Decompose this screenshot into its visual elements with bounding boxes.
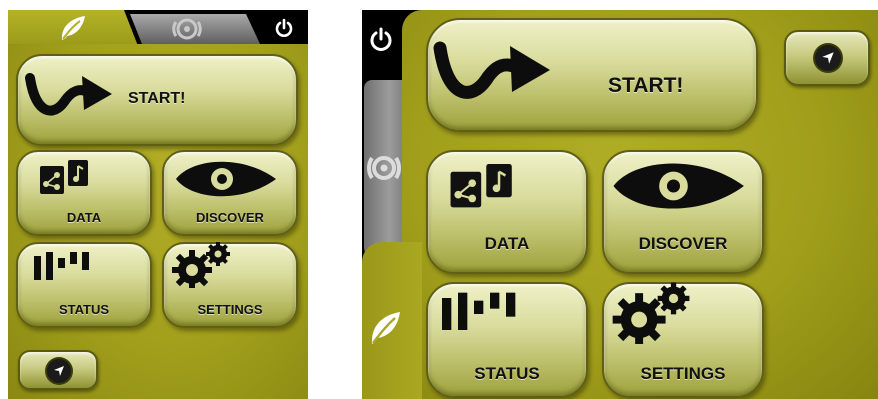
eye-icon [613,163,744,209]
data-label: DATA [484,234,530,253]
navigation-arrow-icon [822,52,834,64]
wheel-icon [367,156,401,180]
gears-icon [612,282,690,344]
tab-wheel[interactable] [364,80,406,256]
start-label: START! [608,74,684,97]
power-icon[interactable] [368,26,394,52]
tab-leaf[interactable] [8,10,138,46]
route-arrow-icon [433,41,550,99]
navigate-button[interactable] [784,30,870,86]
start-label: START! [128,90,186,107]
leaf-icon [371,312,400,344]
discover-label: DISCOVER [196,210,264,225]
discover-button[interactable]: DISCOVER [162,150,298,236]
data-button[interactable]: DATA [16,150,152,236]
status-button[interactable]: STATUS [16,242,152,328]
route-arrow-icon [25,73,112,116]
status-button[interactable]: STATUS [426,282,588,398]
settings-label: SETTINGS [640,364,726,383]
eye-icon [176,161,276,197]
settings-label: SETTINGS [197,302,263,317]
navigate-button[interactable] [18,350,98,390]
portrait-screen: START! DATA DISCOVER STATUS SETTINGS [8,10,308,399]
start-button[interactable]: START! [426,18,758,132]
status-label: STATUS [474,364,540,383]
tab-wheel[interactable] [130,14,260,44]
wheel-icon [172,18,202,40]
status-bars-icon [442,292,516,330]
gears-icon [172,242,230,288]
data-button[interactable]: DATA [426,150,588,274]
settings-button[interactable]: SETTINGS [162,242,298,328]
data-files-icon [40,160,88,194]
data-label: DATA [66,210,102,225]
landscape-screen: START! DATA DISCOVER STATUS SETTINGS [362,10,878,399]
tab-leaf[interactable] [362,242,422,399]
power-icon[interactable] [274,18,294,38]
discover-button[interactable]: DISCOVER [602,150,764,274]
status-label: STATUS [58,302,110,317]
status-bars-icon [34,252,89,280]
data-files-icon [450,164,512,208]
navigation-arrow-icon [54,366,64,376]
discover-label: DISCOVER [638,234,728,253]
settings-button[interactable]: SETTINGS [602,282,764,398]
start-button[interactable]: START! [16,54,298,146]
leaf-icon [61,16,85,40]
